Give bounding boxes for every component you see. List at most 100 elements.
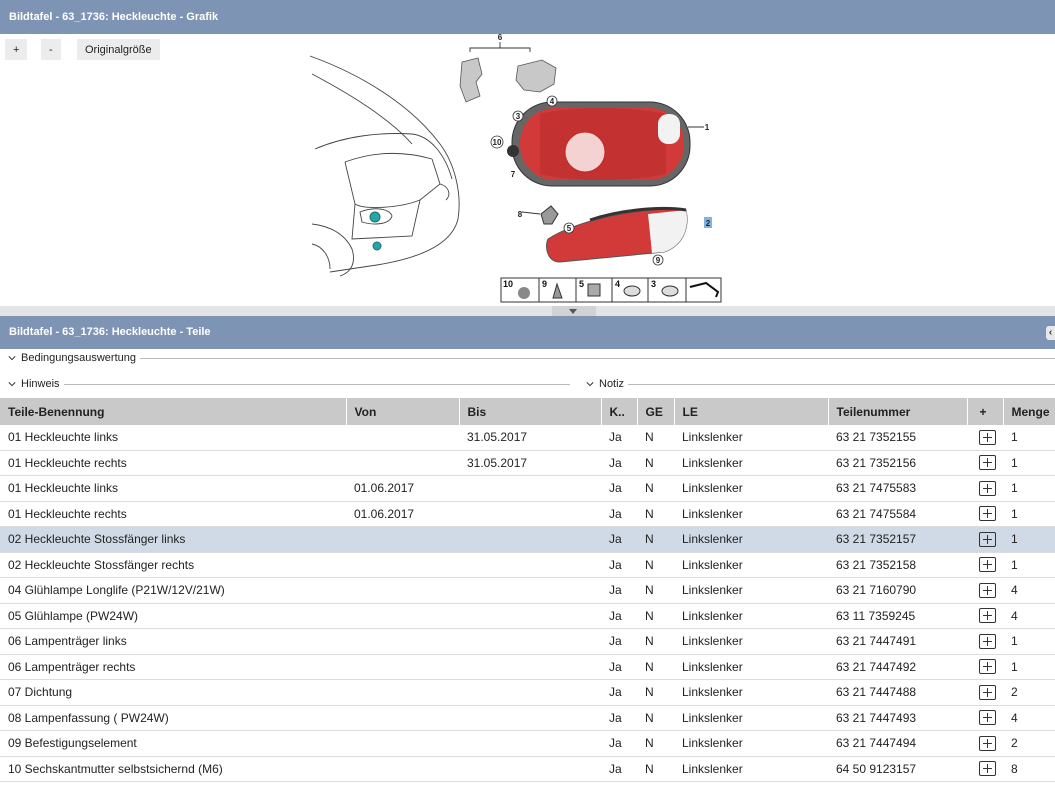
cell-name: 04 Glühlampe Longlife (P21W/12V/21W) (0, 577, 346, 604)
cell-menge: 4 (1003, 705, 1055, 731)
legend-9: 9 (542, 279, 547, 289)
cell-name: 06 Lampenträger rechts (0, 654, 346, 680)
cell-k: Ja (601, 501, 637, 527)
col-header-bis[interactable]: Bis (459, 398, 602, 425)
cell-nr: 63 21 7475584 (828, 501, 967, 527)
cell-name: 07 Dichtung (0, 679, 346, 706)
chevron-down-icon (8, 356, 16, 361)
cell-add (967, 603, 1003, 629)
cell-name: 06 Lampenträger links (0, 628, 346, 655)
cell-bis (459, 526, 601, 553)
cell-k: Ja (601, 552, 637, 578)
cell-le: Linkslenker (674, 526, 828, 553)
table-row[interactable]: 06 Lampenträger links Ja N Linkslenker 63 21… (0, 628, 1055, 655)
table-row[interactable]: 04 Glühlampe Longlife (P21W/12V/21W) Ja N L… (0, 577, 1055, 604)
chevron-left-icon[interactable]: ‹ (1046, 326, 1055, 340)
table-row[interactable]: 08 Lampenfassung ( PW24W) Ja N Linkslenker 6… (0, 705, 1055, 731)
cell-ge: N (637, 679, 674, 706)
add-to-cart-icon[interactable] (979, 633, 996, 649)
cell-ge: N (637, 705, 674, 731)
add-to-cart-icon[interactable] (979, 710, 996, 726)
cell-bis (459, 577, 601, 604)
add-to-cart-icon[interactable] (979, 608, 996, 624)
add-to-cart-icon[interactable] (979, 480, 996, 496)
cell-menge: 1 (1003, 425, 1055, 451)
cell-ge: N (637, 577, 674, 604)
cell-bis (459, 501, 601, 527)
cell-menge: 2 (1003, 679, 1055, 706)
graphic-panel-title: Bildtafel - 63_1736: Heckleuchte - Grafi… (0, 0, 1055, 34)
add-to-cart-icon[interactable] (979, 684, 996, 700)
table-row[interactable]: 07 Dichtung Ja N Linkslenker 63 21 7447488 2 (0, 679, 1055, 706)
section-hinweis[interactable]: Hinweis (8, 375, 570, 393)
col-header-ge[interactable]: GE (637, 398, 675, 425)
table-row[interactable]: 01 Heckleuchte links 01.06.2017 Ja N Linksle… (0, 475, 1055, 502)
cell-menge: 2 (1003, 730, 1055, 757)
cell-k: Ja (601, 450, 637, 476)
section-divider (63, 383, 570, 385)
add-to-cart-icon[interactable] (979, 455, 996, 471)
cell-name: 01 Heckleuchte rechts (0, 501, 346, 527)
add-to-cart-icon[interactable] (979, 506, 996, 522)
col-header-menge[interactable]: Menge (1003, 398, 1055, 425)
table-row[interactable]: 06 Lampenträger rechts Ja N Linkslenker 63 2… (0, 654, 1055, 680)
cell-von (346, 603, 459, 629)
panel-splitter[interactable] (0, 306, 1055, 316)
chevron-down-icon (569, 309, 577, 314)
cell-von (346, 450, 459, 476)
table-row[interactable]: 09 Befestigungselement Ja N Linkslenker 63 2… (0, 730, 1055, 757)
col-header-name[interactable]: Teile-Benennung (0, 398, 347, 425)
add-to-cart-icon[interactable] (979, 557, 996, 573)
cell-k: Ja (601, 756, 637, 782)
cell-ge: N (637, 730, 674, 757)
add-to-cart-icon[interactable] (979, 761, 996, 777)
add-to-cart-icon[interactable] (979, 429, 996, 445)
cell-add (967, 705, 1003, 731)
col-header-von[interactable]: Von (346, 398, 460, 425)
cell-le: Linkslenker (674, 552, 828, 578)
section-bedingungsauswertung[interactable]: Bedingungsauswertung (8, 349, 1055, 367)
cell-add (967, 425, 1003, 451)
cell-add (967, 450, 1003, 476)
section-label: Notiz (599, 378, 625, 390)
cell-add (967, 628, 1003, 655)
col-header-teilenummer[interactable]: Teilenummer (828, 398, 968, 425)
table-row[interactable]: 05 Glühlampe (PW24W) Ja N Linkslenker 63 11 … (0, 603, 1055, 629)
cell-le: Linkslenker (674, 679, 828, 706)
cell-le: Linkslenker (674, 705, 828, 731)
cell-bis (459, 756, 601, 782)
cell-von (346, 756, 459, 782)
cell-bis (459, 475, 601, 502)
cell-k: Ja (601, 577, 637, 604)
parts-panel-title-text: Bildtafel - 63_1736: Heckleuchte - Teile (9, 326, 211, 338)
cell-ge: N (637, 603, 674, 629)
cell-k: Ja (601, 654, 637, 680)
section-notiz[interactable]: Notiz (586, 375, 1055, 393)
cell-add (967, 475, 1003, 502)
parts-diagram-viewer[interactable]: + - Originalgröße 6 4 3 1 10 7 8 5 2 9 1… (0, 34, 1055, 306)
table-row[interactable]: 01 Heckleuchte rechts 01.06.2017 Ja N Linksl… (0, 501, 1055, 527)
table-row[interactable]: 02 Heckleuchte Stossfänger rechts Ja N Link… (0, 552, 1055, 578)
cell-von: 01.06.2017 (346, 475, 459, 502)
add-to-cart-icon[interactable] (979, 531, 996, 547)
col-header-k[interactable]: K.. (601, 398, 638, 425)
cell-add (967, 756, 1003, 782)
table-row[interactable]: 01 Heckleuchte links 31.05.2017 Ja N Linksle… (0, 425, 1055, 451)
col-header-le[interactable]: LE (674, 398, 829, 425)
table-row[interactable]: 01 Heckleuchte rechts 31.05.2017 Ja N Linksl… (0, 450, 1055, 476)
cell-nr: 63 21 7447493 (828, 705, 967, 731)
table-row[interactable]: 02 Heckleuchte Stossfänger links Ja N Links… (0, 526, 1055, 553)
cell-von (346, 654, 459, 680)
cell-le: Linkslenker (674, 654, 828, 680)
table-row[interactable]: 10 Sechskantmutter selbstsichernd (M6) Ja… (0, 756, 1055, 782)
cell-von (346, 730, 459, 757)
cell-bis: 31.05.2017 (459, 450, 601, 476)
legend-3: 3 (651, 279, 656, 289)
cell-bis (459, 628, 601, 655)
add-to-cart-icon[interactable] (979, 659, 996, 675)
cell-le: Linkslenker (674, 425, 828, 451)
add-to-cart-icon[interactable] (979, 582, 996, 598)
car-rear-sketch (309, 55, 460, 277)
add-to-cart-icon[interactable] (979, 735, 996, 751)
callout-4: 4 (550, 97, 555, 106)
